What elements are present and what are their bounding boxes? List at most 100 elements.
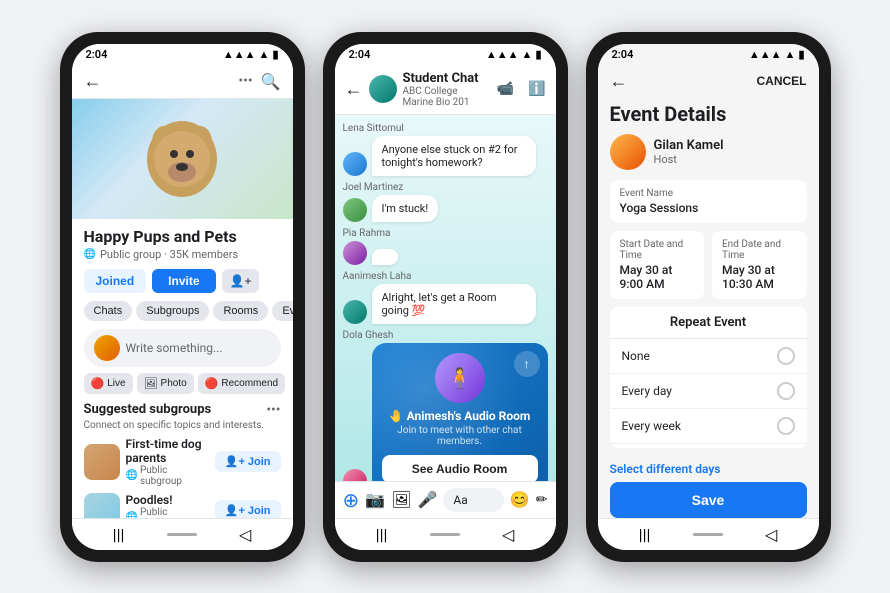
- wifi-icon-3: ▲: [785, 48, 796, 61]
- chat-messages: Lena Sittomul Anyone else stuck on #2 fo…: [335, 115, 556, 481]
- list-item: Joel Martinez I'm stuck!: [343, 182, 548, 222]
- list-item: First-time dog parents 🌐 Public subgroup…: [84, 437, 281, 487]
- event-header: ← CANCEL: [598, 65, 819, 98]
- live-icon: 🔴: [91, 377, 105, 390]
- invite-button[interactable]: Invite: [152, 269, 215, 293]
- tab-chats[interactable]: Chats: [84, 301, 133, 321]
- photo-button[interactable]: 🖼 Photo: [137, 373, 194, 394]
- repeat-label-everyday: Every day: [622, 384, 672, 398]
- joined-button[interactable]: Joined: [84, 269, 147, 293]
- event-name-label: Event Name: [620, 188, 797, 199]
- status-bar-3: 2:04 ▲▲▲ ▲ ▮: [598, 44, 819, 65]
- message-row: 🧍 🤚 Animesh's Audio Room Join to meet wi…: [343, 343, 548, 481]
- host-label: Host: [654, 153, 724, 166]
- globe-small-icon: 🌐: [126, 470, 138, 481]
- bottom-nav-3: ||| ◁: [598, 518, 819, 550]
- message-sender: Dola Ghesh: [343, 330, 548, 341]
- list-item: Dola Ghesh 🧍 🤚 Animesh's Audio Room Join…: [343, 330, 548, 481]
- back-button-1[interactable]: ←: [84, 71, 102, 92]
- message-bubble: [372, 249, 398, 265]
- person-add-icon: 👤+: [225, 455, 245, 468]
- time-3: 2:04: [612, 48, 634, 61]
- message-bubble: Anyone else stuck on #2 for tonight's ho…: [372, 136, 536, 176]
- photo-icon: 🖼: [144, 377, 158, 390]
- back-gesture-2: |||: [376, 525, 388, 544]
- more-options-icon[interactable]: •••: [238, 73, 252, 89]
- repeat-option-everyday[interactable]: Every day: [610, 374, 807, 409]
- event-dates: Start Date and Time May 30 at 9:00 AM En…: [610, 231, 807, 299]
- select-days-link[interactable]: Select different days: [598, 456, 819, 482]
- person-add-icon-2: 👤+: [225, 504, 245, 517]
- host-name: Gilan Kamel: [654, 138, 724, 153]
- status-icons-1: ▲▲▲ ▲ ▮: [223, 48, 279, 61]
- time-1: 2:04: [86, 48, 108, 61]
- subgroup-name-1: First-time dog parents: [126, 437, 209, 465]
- tab-events[interactable]: Events: [272, 301, 292, 321]
- recents-gesture-2: ◁: [502, 525, 514, 544]
- write-post-box[interactable]: Write something...: [84, 329, 281, 367]
- dog-image: [122, 104, 242, 219]
- repeat-option-everyweek[interactable]: Every week: [610, 409, 807, 444]
- join-subgroup-2-button[interactable]: 👤+ Join: [215, 500, 281, 518]
- home-indicator-3: [693, 533, 723, 536]
- recents-gesture-3: ◁: [765, 525, 777, 544]
- microphone-icon[interactable]: 🎤: [418, 490, 438, 509]
- search-icon[interactable]: 🔍: [261, 72, 281, 91]
- user-avatar: [94, 335, 120, 361]
- status-icons-3: ▲▲▲ ▲ ▮: [749, 48, 805, 61]
- event-name-field[interactable]: Event Name Yoga Sessions: [610, 180, 807, 223]
- save-button[interactable]: Save: [610, 482, 807, 518]
- message-input[interactable]: Aa: [443, 488, 503, 512]
- sticker-icon[interactable]: 😊: [510, 490, 530, 509]
- add-friend-button[interactable]: 👤+: [222, 269, 260, 293]
- message-row: [343, 241, 548, 265]
- audio-room-card-container: 🧍 🤚 Animesh's Audio Room Join to meet wi…: [372, 343, 548, 481]
- pen-icon[interactable]: ✏: [536, 492, 548, 508]
- start-date-field[interactable]: Start Date and Time May 30 at 9:00 AM: [610, 231, 705, 299]
- back-button-3[interactable]: ←: [610, 71, 628, 92]
- repeat-option-every2weeks[interactable]: Every 2 weeks: [610, 444, 807, 448]
- home-indicator: [167, 533, 197, 536]
- gallery-icon[interactable]: 🖼: [391, 490, 411, 509]
- list-item: Aanimesh Laha Alright, let's get a Room …: [343, 271, 548, 324]
- sender-avatar: [343, 198, 367, 222]
- repeat-option-none[interactable]: None: [610, 339, 807, 374]
- host-row: Gilan Kamel Host: [598, 134, 819, 180]
- join-subgroup-1-button[interactable]: 👤+ Join: [215, 451, 281, 472]
- share-button[interactable]: ↑: [514, 351, 540, 377]
- time-2: 2:04: [349, 48, 371, 61]
- message-bubble: I'm stuck!: [372, 195, 439, 222]
- back-button-2[interactable]: ←: [345, 79, 363, 100]
- back-gesture-3: |||: [639, 525, 651, 544]
- chat-header-info: Student Chat ABC College Marine Bio 201: [403, 71, 491, 108]
- subgroup-thumb-2: [84, 493, 120, 518]
- status-bar-2: 2:04 ▲▲▲ ▲ ▮: [335, 44, 556, 65]
- add-attachment-icon[interactable]: ⊕: [343, 488, 360, 512]
- suggested-more-icon[interactable]: •••: [266, 402, 280, 418]
- camera-icon[interactable]: 📷: [365, 490, 385, 509]
- radio-everyday[interactable]: [777, 382, 795, 400]
- live-button[interactable]: 🔴 Live: [84, 373, 133, 394]
- suggested-title: Suggested subgroups: [84, 402, 212, 417]
- group-name: Happy Pups and Pets: [84, 227, 281, 246]
- video-call-icon[interactable]: 📹: [497, 81, 514, 97]
- media-buttons: 🔴 Live 🖼 Photo 🔴 Recommend: [84, 373, 281, 394]
- message-row: I'm stuck!: [343, 195, 548, 222]
- tab-rooms[interactable]: Rooms: [213, 301, 268, 321]
- tab-subgroups[interactable]: Subgroups: [136, 301, 209, 321]
- battery-icon-2: ▮: [535, 48, 541, 61]
- recents-gesture: ◁: [239, 525, 251, 544]
- sender-avatar: [343, 152, 367, 176]
- end-date-field[interactable]: End Date and Time May 30 at 10:30 AM: [712, 231, 807, 299]
- radio-everyweek[interactable]: [777, 417, 795, 435]
- radio-none[interactable]: [777, 347, 795, 365]
- recommend-button[interactable]: 🔴 Recommend: [198, 373, 285, 394]
- cancel-button[interactable]: CANCEL: [757, 74, 807, 88]
- start-date-label: Start Date and Time: [620, 239, 695, 261]
- info-icon[interactable]: ℹ️: [528, 81, 545, 97]
- chat-header: ← Student Chat ABC College Marine Bio 20…: [335, 65, 556, 115]
- phone-1: 2:04 ▲▲▲ ▲ ▮ ← ••• 🔍 Happy Pups and Pe: [60, 32, 305, 562]
- message-row: Anyone else stuck on #2 for tonight's ho…: [343, 136, 548, 176]
- signal-icon-3: ▲▲▲: [749, 48, 782, 61]
- list-item: Lena Sittomul Anyone else stuck on #2 fo…: [343, 123, 548, 176]
